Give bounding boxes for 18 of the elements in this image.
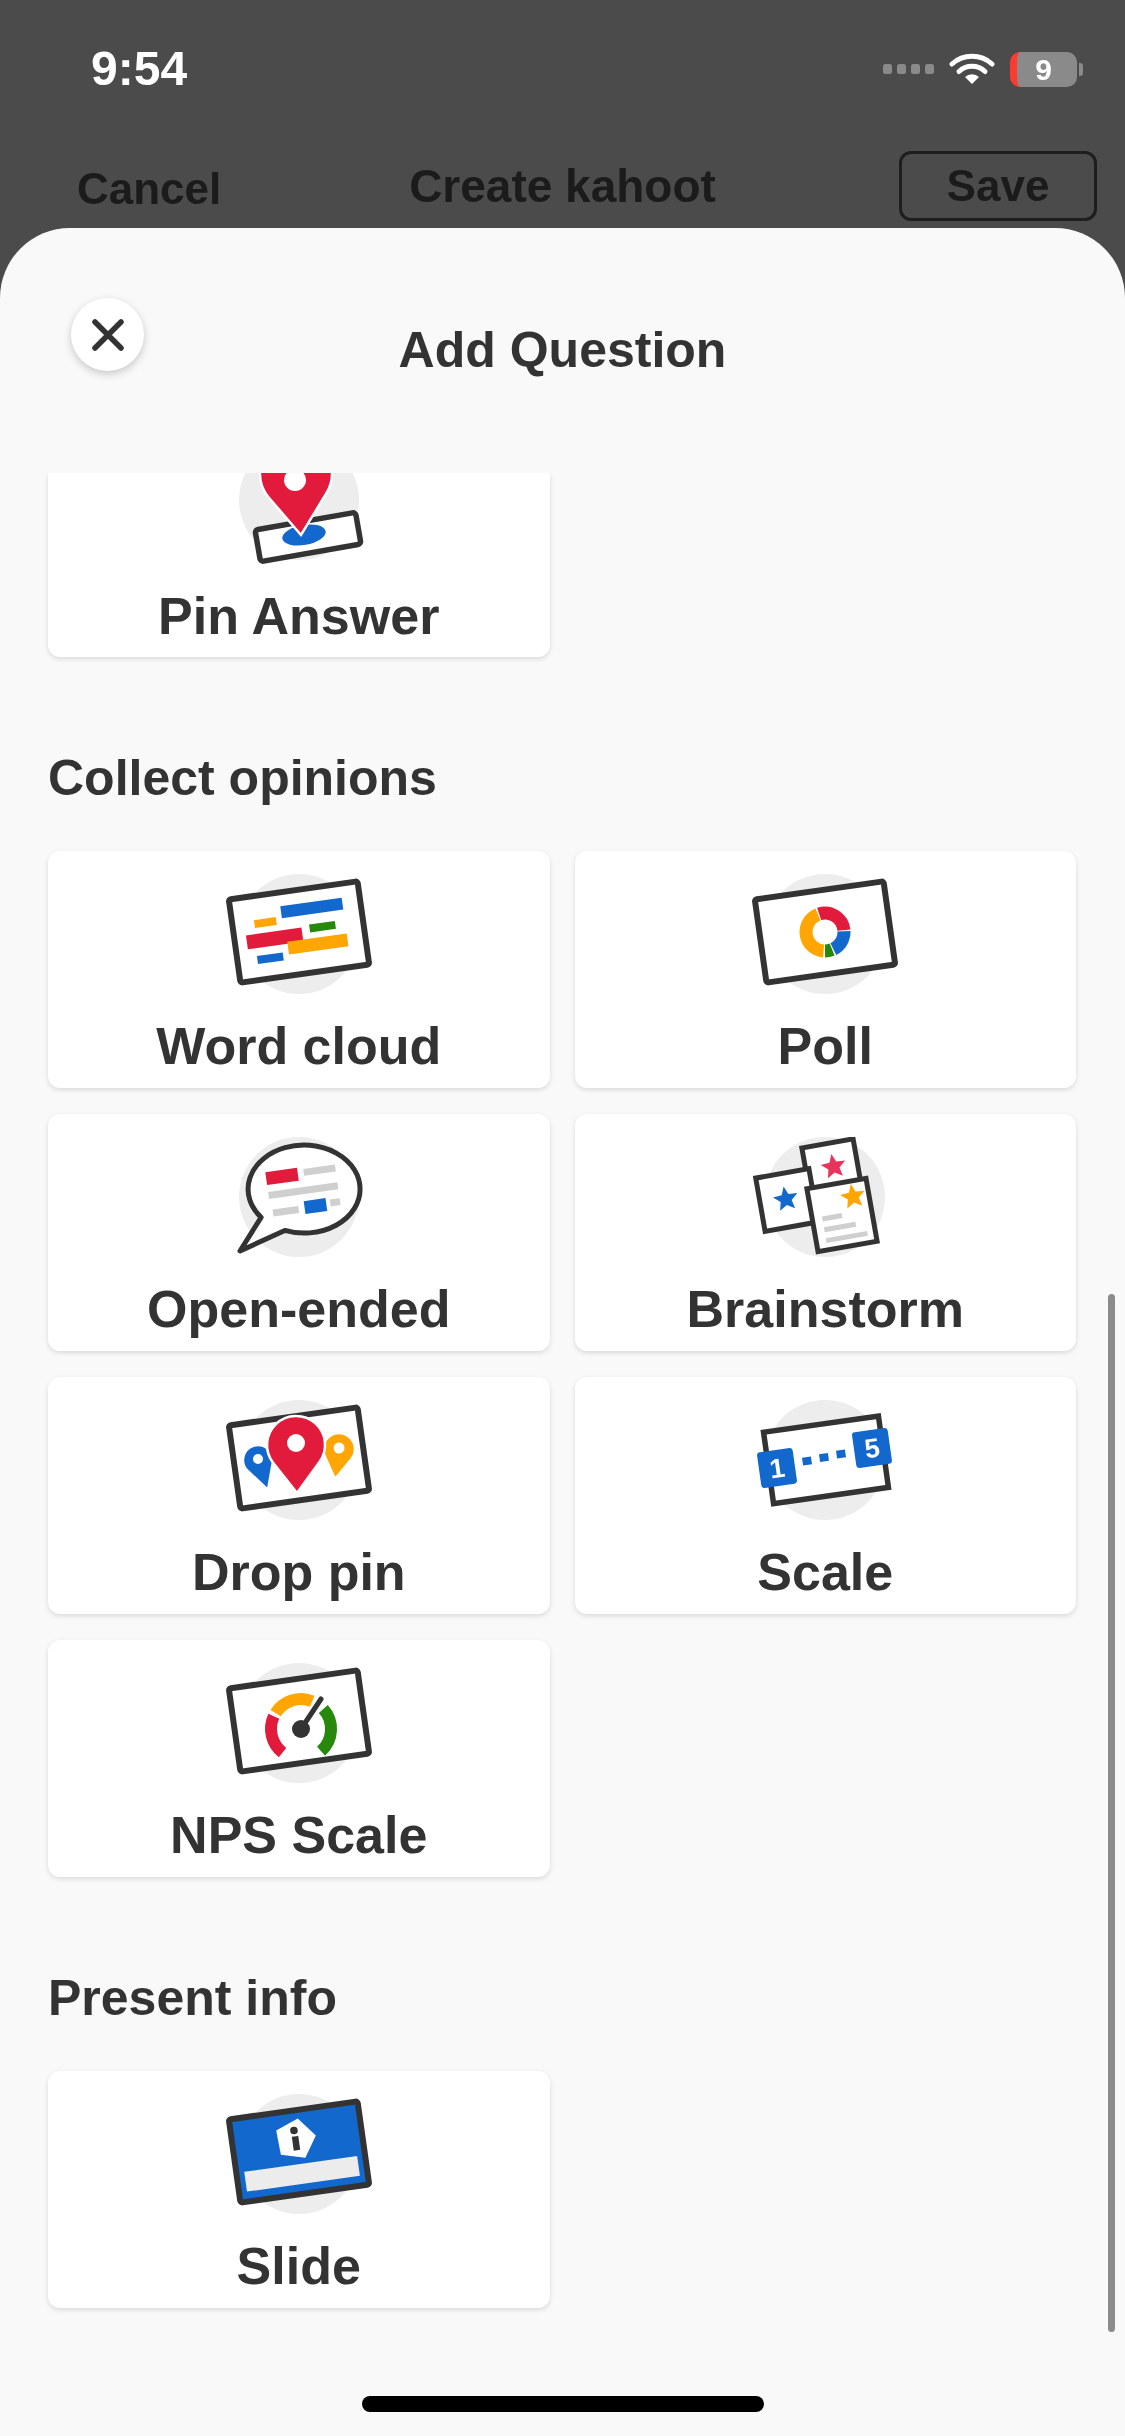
signal-icon [883, 64, 934, 74]
question-type-tile[interactable]: Slide [48, 2071, 550, 2308]
question-type-tile[interactable]: Drop pin [48, 1377, 550, 1614]
question-type-tile[interactable]: Brainstorm [574, 1114, 1076, 1351]
status-time: 9:54 [91, 41, 188, 97]
question-type-tile[interactable]: 1 5 Scale [574, 1377, 1076, 1614]
battery-indicator: 9 [1010, 51, 1083, 87]
question-type-tile[interactable]: NPS Scale [48, 1640, 550, 1877]
close-icon [90, 317, 125, 352]
sheet-title: Add Question [398, 321, 727, 380]
question-type-tile[interactable]: Word cloud [48, 851, 550, 1088]
question-type-tile[interactable]: Pin Answer [48, 473, 550, 657]
section-heading: Collect opinions [48, 749, 438, 808]
wifi-icon [949, 53, 995, 85]
question-type-tile[interactable]: Open-ended [48, 1114, 550, 1351]
question-type-tile[interactable]: Poll [574, 851, 1076, 1088]
close-button[interactable] [71, 298, 144, 371]
section-heading: Present info [48, 1969, 338, 2028]
